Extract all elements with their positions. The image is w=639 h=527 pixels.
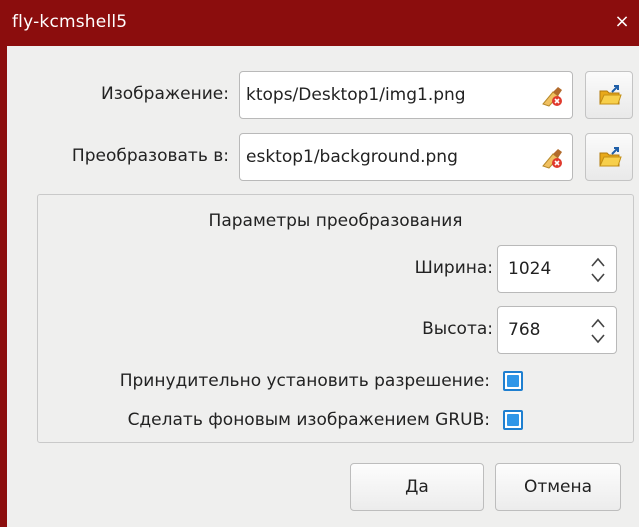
cancel-button[interactable]: Отмена	[495, 463, 621, 511]
height-label: Высота:	[422, 319, 493, 339]
convert-path-value: esktop1/background.png	[246, 147, 458, 167]
group-title: Параметры преобразования	[208, 211, 463, 231]
image-path-input[interactable]: ktops/Desktop1/img1.png	[239, 71, 573, 119]
spin-arrows-icon[interactable]	[588, 254, 608, 286]
width-label: Ширина:	[414, 258, 493, 278]
browse-convert-button[interactable]	[585, 133, 633, 181]
conversion-params-group: Параметры преобразования Ширина: 1024 Вы…	[37, 194, 634, 443]
clear-brush-icon[interactable]	[540, 146, 564, 170]
force-resolution-checkbox[interactable]	[503, 371, 523, 391]
spin-arrows-icon[interactable]	[588, 315, 608, 347]
folder-open-icon	[599, 147, 622, 167]
grub-background-checkbox[interactable]	[503, 410, 523, 430]
close-icon[interactable]: ×	[609, 9, 635, 35]
width-value: 1024	[508, 259, 552, 279]
image-label: Изображение:	[101, 84, 229, 104]
clear-brush-icon[interactable]	[540, 84, 564, 108]
browse-image-button[interactable]	[585, 71, 633, 119]
image-path-value: ktops/Desktop1/img1.png	[246, 85, 466, 105]
window-title: fly-kcmshell5	[12, 12, 128, 32]
title-bar[interactable]: fly-kcmshell5 ×	[0, 0, 639, 46]
dialog-window: fly-kcmshell5 × Изображение: ktops/Deskt…	[0, 0, 639, 527]
grub-background-label: Сделать фоновым изображением GRUB:	[127, 410, 490, 430]
height-value: 768	[508, 320, 541, 340]
width-spinbox[interactable]: 1024	[497, 245, 617, 293]
folder-open-icon	[599, 85, 622, 105]
convert-to-label: Преобразовать в:	[71, 146, 229, 166]
convert-path-input[interactable]: esktop1/background.png	[239, 133, 573, 181]
force-resolution-label: Принудительно установить разрешение:	[119, 371, 490, 391]
ok-button[interactable]: Да	[350, 463, 484, 511]
height-spinbox[interactable]: 768	[497, 306, 617, 354]
